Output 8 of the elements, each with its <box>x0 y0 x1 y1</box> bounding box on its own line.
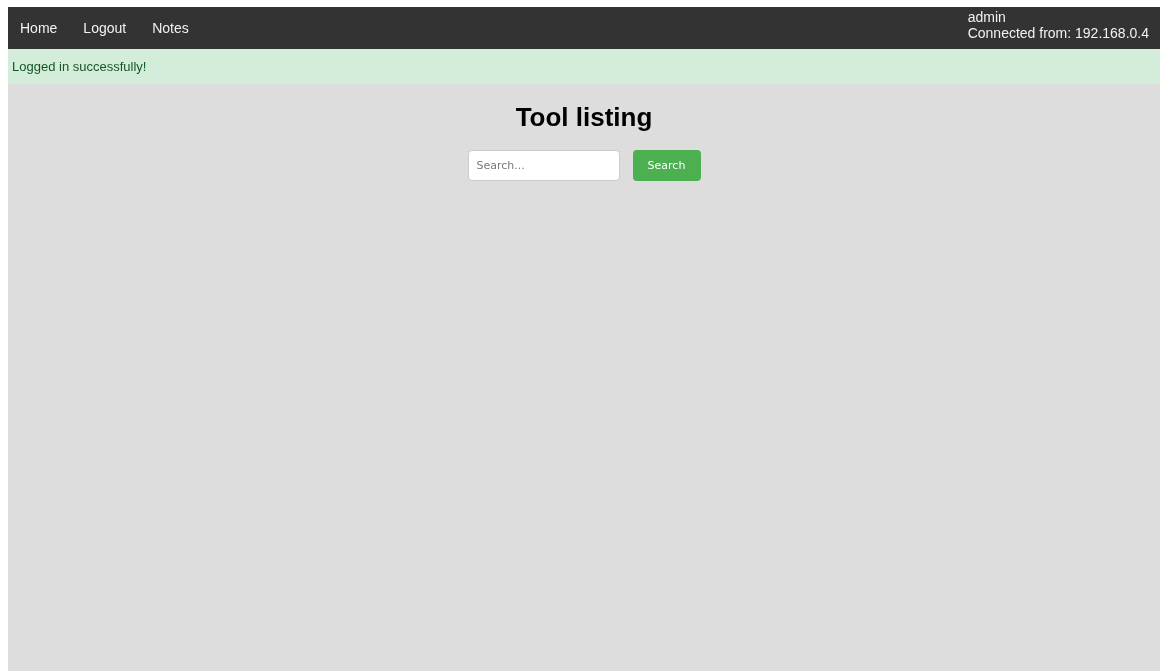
search-field[interactable]: Search... <box>467 150 620 181</box>
nav-link[interactable]: Notes <box>152 20 189 36</box>
nav-link[interactable]: Logout <box>83 20 127 36</box>
connection-info: Connected from: 192.168.0.4 <box>967 25 1149 41</box>
nav-link[interactable]: Home <box>20 20 58 36</box>
username: admin <box>967 9 1007 25</box>
success-alert: Logged in successfully! <box>8 49 1160 84</box>
page-title: Tool listing <box>515 102 653 133</box>
